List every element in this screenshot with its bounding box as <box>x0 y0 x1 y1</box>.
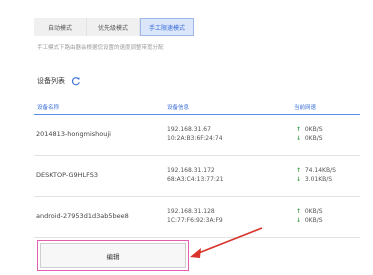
device-speed: ↑ 0KB/S ↓ 0KB/S <box>296 125 323 143</box>
upload-speed: 0KB/S <box>304 208 323 215</box>
device-ip: 192.168.31.67 <box>167 126 211 133</box>
mode-tabs: 自动模式 优先级模式 手工限速模式 <box>34 18 194 36</box>
tab-manual-limit-mode[interactable]: 手工限速模式 <box>140 18 194 36</box>
device-speed: ↑ 0KB/S ↓ 0KB/S <box>296 207 323 225</box>
device-info: 192.168.31.67 10:2A:B3:6F:24:74 <box>167 125 223 143</box>
download-arrow-icon: ↓ <box>296 135 302 142</box>
device-info: 192.168.31.128 1C:77:F6:92:3A:F9 <box>167 207 223 225</box>
device-name: 2014813-hongmishouji <box>36 130 111 138</box>
device-mac: 68:A3:C4:13:77:21 <box>167 176 224 183</box>
device-row: DESKTOP-G9HLFS3 192.168.31.172 68:A3:C4:… <box>34 156 360 197</box>
device-list-title: 设备列表 <box>37 76 81 86</box>
device-ip: 192.168.31.128 <box>167 208 215 215</box>
device-mac: 1C:77:F6:92:3A:F9 <box>167 217 223 224</box>
device-row: 2014813-hongmishouji 192.168.31.67 10:2A… <box>34 115 360 156</box>
device-speed: ↑ 74.14KB/S ↓ 3.01KB/S <box>296 166 336 184</box>
upload-speed: 0KB/S <box>304 126 323 133</box>
tab-auto-mode[interactable]: 自动模式 <box>34 18 87 36</box>
refresh-icon[interactable] <box>71 76 81 86</box>
device-name: DESKTOP-G9HLFS3 <box>36 171 99 179</box>
column-header-info: 设备信息 <box>167 105 190 111</box>
edit-button[interactable]: 编辑 <box>40 243 186 268</box>
download-speed: 0KB/S <box>304 217 323 224</box>
download-arrow-icon: ↓ <box>296 176 302 183</box>
upload-speed: 74.14KB/S <box>304 167 336 174</box>
device-mac: 10:2A:B3:6F:24:74 <box>167 135 223 142</box>
download-arrow-icon: ↓ <box>296 217 302 224</box>
upload-arrow-icon: ↑ <box>296 126 302 133</box>
device-name: android-27953d1d3ab5bee8 <box>36 212 129 220</box>
device-row: android-27953d1d3ab5bee8 192.168.31.128 … <box>34 197 360 238</box>
upload-arrow-icon: ↑ <box>296 167 302 174</box>
tab-priority-mode[interactable]: 优先级模式 <box>87 18 140 36</box>
device-info: 192.168.31.172 68:A3:C4:13:77:21 <box>167 166 224 184</box>
router-qos-panel: 自动模式 优先级模式 手工限速模式 手工模式下路由器会根据您设置的速度调整带宽分… <box>0 0 373 275</box>
column-header-speed: 当前网速 <box>294 105 317 111</box>
download-speed: 0KB/S <box>304 135 323 142</box>
download-speed: 3.01KB/S <box>304 176 333 183</box>
device-list-title-label: 设备列表 <box>37 77 65 85</box>
column-header-name: 设备名称 <box>37 105 60 111</box>
device-ip: 192.168.31.172 <box>167 167 215 174</box>
mode-tip-text: 手工模式下路由器会根据您设置的速度调整带宽分配 <box>37 45 164 51</box>
upload-arrow-icon: ↑ <box>296 208 302 215</box>
